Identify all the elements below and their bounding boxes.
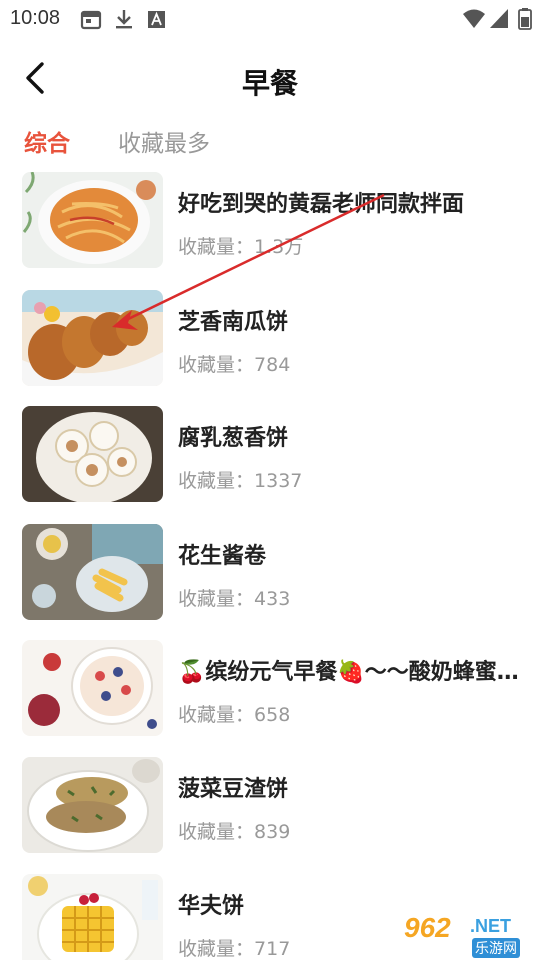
recipe-thumbnail: [22, 874, 163, 960]
favorites-label: 收藏量：: [178, 236, 255, 258]
favorites-value: 1.3万: [254, 236, 304, 258]
tab-comprehensive[interactable]: 综合: [24, 124, 70, 158]
tab-most-favorited[interactable]: 收藏最多: [118, 124, 210, 158]
watermark-domain: .NET: [470, 916, 512, 936]
recipe-title: 芝香南瓜饼: [178, 310, 289, 335]
favorites-count: 收藏量：839: [178, 817, 290, 844]
recipe-thumbnail: [22, 172, 163, 268]
download-icon: [113, 8, 135, 34]
app-header: 早餐: [0, 44, 540, 114]
watermark-site-name: 乐游网: [472, 938, 520, 958]
favorites-count: 收藏量：658: [178, 700, 290, 727]
favorites-value: 1337: [254, 470, 303, 492]
status-bar: 10:08: [0, 0, 540, 38]
recipe-title: 腐乳葱香饼: [178, 426, 289, 451]
favorites-count: 收藏量：784: [178, 350, 290, 377]
font-icon: [146, 8, 168, 34]
list-item[interactable]: 好吃到哭的黄磊老师同款拌面 收藏量：1.3万: [0, 172, 540, 272]
recipe-thumbnail: [22, 640, 163, 736]
watermark-logo: 962 .NET 乐游网: [400, 910, 538, 958]
favorites-value: 839: [254, 821, 291, 843]
recipe-thumbnail: [22, 524, 163, 620]
wifi-icon: [462, 8, 486, 34]
signal-icon: [489, 8, 509, 34]
recipe-thumbnail: [22, 290, 163, 386]
favorites-label: 收藏量：: [178, 354, 255, 376]
list-item[interactable]: 花生酱卷 收藏量：433: [0, 524, 540, 624]
recipe-title: 好吃到哭的黄磊老师同款拌面: [178, 192, 465, 217]
favorites-value: 784: [254, 354, 291, 376]
favorites-count: 收藏量：717: [178, 934, 290, 960]
favorites-value: 717: [254, 938, 291, 960]
favorites-count: 收藏量：433: [178, 584, 290, 611]
favorites-count: 收藏量：1337: [178, 466, 302, 493]
favorites-label: 收藏量：: [178, 470, 255, 492]
recipe-title: 菠菜豆渣饼: [178, 777, 289, 802]
favorites-value: 433: [254, 588, 291, 610]
list-item[interactable]: 🍒缤纷元气早餐🍓〜〜酸奶蜂蜜燕麦碗 收藏量：658: [0, 640, 540, 740]
favorites-label: 收藏量：: [178, 938, 255, 960]
favorites-value: 658: [254, 704, 291, 726]
watermark-number: 962: [404, 912, 451, 943]
list-item[interactable]: 腐乳葱香饼 收藏量：1337: [0, 406, 540, 506]
status-time: 10:08: [10, 7, 61, 29]
favorites-label: 收藏量：: [178, 704, 255, 726]
favorites-label: 收藏量：: [178, 821, 255, 843]
favorites-label: 收藏量：: [178, 588, 255, 610]
battery-icon: [518, 8, 532, 34]
page-title: 早餐: [241, 67, 298, 100]
recipe-thumbnail: [22, 757, 163, 853]
recipe-thumbnail: [22, 406, 163, 502]
list-item[interactable]: 菠菜豆渣饼 收藏量：839: [0, 757, 540, 857]
list-item[interactable]: 芝香南瓜饼 收藏量：784: [0, 290, 540, 390]
recipe-title: 🍒缤纷元气早餐🍓〜〜酸奶蜂蜜燕麦碗: [178, 660, 523, 685]
recipe-title: 花生酱卷: [178, 544, 267, 569]
calendar-icon: [80, 8, 102, 34]
favorites-count: 收藏量：1.3万: [178, 232, 303, 259]
